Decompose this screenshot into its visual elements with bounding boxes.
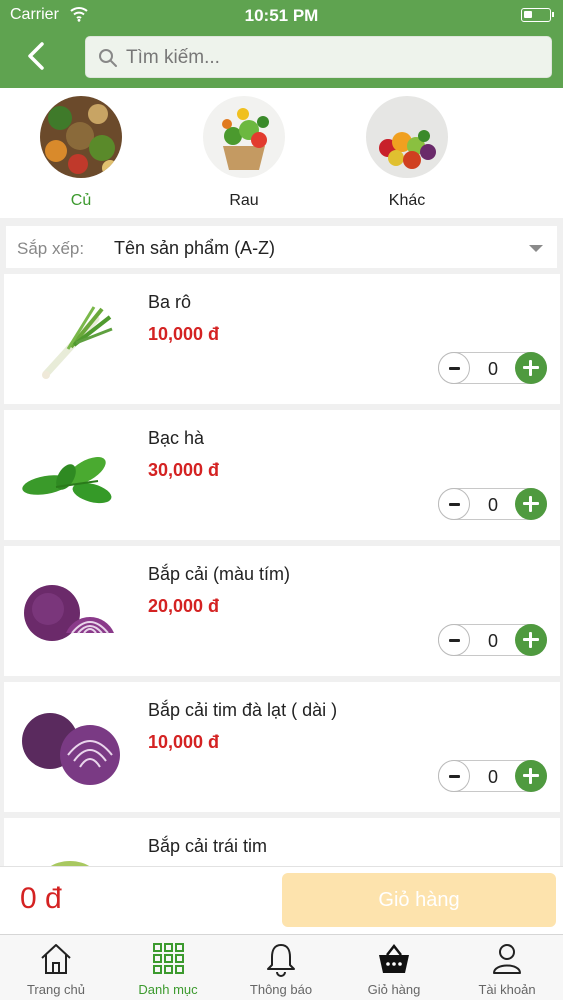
- bell-icon: [267, 944, 295, 977]
- category-image-tubers: [40, 96, 122, 178]
- cart-button[interactable]: Giỏ hàng: [282, 873, 556, 927]
- increase-button[interactable]: [515, 352, 547, 384]
- increase-button[interactable]: [515, 760, 547, 792]
- quantity-value: 0: [487, 631, 498, 651]
- decrease-button[interactable]: [438, 488, 470, 520]
- quantity-value: 0: [487, 767, 498, 787]
- product-name: Bắp cải trái tim: [148, 836, 268, 856]
- battery-icon: [521, 8, 554, 22]
- product-image-mint: [22, 457, 112, 504]
- product-image-scallion: [42, 306, 113, 379]
- cart-total: 0 đ: [20, 882, 62, 915]
- quantity-stepper[interactable]: 0: [438, 352, 547, 384]
- product-price: 20,000 đ: [148, 596, 220, 616]
- increase-button[interactable]: [515, 624, 547, 656]
- quantity-value: 0: [487, 359, 498, 379]
- decrease-button[interactable]: [438, 624, 470, 656]
- product-card[interactable]: Bạc hà 30,000 đ 0: [4, 410, 560, 540]
- product-image-purple-cabbage: [22, 713, 120, 785]
- sort-label: Sắp xếp:: [17, 239, 85, 258]
- caret-down-icon: [529, 245, 543, 252]
- product-name: Bắp cải (màu tím): [148, 564, 291, 584]
- quantity-stepper[interactable]: 0: [438, 624, 547, 656]
- increase-button[interactable]: [515, 488, 547, 520]
- search-input[interactable]: [126, 43, 536, 73]
- category-cu[interactable]: Củ: [26, 96, 136, 210]
- category-strip: Củ Rau Khác: [0, 88, 563, 218]
- category-label: Khác: [388, 192, 426, 209]
- category-image-fruits: [366, 96, 448, 178]
- tab-account[interactable]: Tài khoản: [451, 941, 563, 997]
- tab-bar: Trang chủ Danh mục Thông báo Giỏ hàng Tà…: [0, 934, 563, 1000]
- product-name: Ba rô: [148, 292, 192, 312]
- tab-categories[interactable]: Danh mục: [112, 941, 224, 997]
- quantity-stepper[interactable]: 0: [438, 760, 547, 792]
- product-card[interactable]: Bắp cải (màu tím) 20,000 đ 0: [4, 546, 560, 676]
- user-icon: [493, 944, 521, 974]
- clock: 10:51 PM: [244, 6, 319, 25]
- product-price: 30,000 đ: [148, 460, 220, 480]
- tab-label: Tài khoản: [478, 982, 536, 997]
- search-box[interactable]: [85, 36, 552, 78]
- basket-icon: [379, 943, 409, 973]
- tab-label: Trang chủ: [26, 982, 86, 997]
- status-bar: Carrier 10:51 PM: [0, 0, 563, 30]
- product-price: 10,000 đ: [148, 324, 220, 344]
- product-name: Bạc hà: [148, 428, 205, 448]
- product-price: 10,000 đ: [148, 732, 220, 752]
- decrease-button[interactable]: [438, 352, 470, 384]
- cart-summary-bar: 0 đ Giỏ hàng: [0, 866, 563, 934]
- tab-notifications[interactable]: Thông báo: [225, 941, 337, 997]
- category-image-vegetables: [203, 96, 285, 178]
- tab-label: Giỏ hàng: [367, 982, 421, 997]
- tab-cart[interactable]: Giỏ hàng: [338, 941, 450, 997]
- product-card[interactable]: Ba rô 10,000 đ 0: [4, 274, 560, 404]
- product-name: Bắp cải tim đà lạt ( dài ): [148, 700, 338, 720]
- category-rau[interactable]: Rau: [189, 96, 299, 210]
- category-label: Rau: [229, 192, 259, 209]
- home-icon: [41, 944, 71, 974]
- sort-value: Tên sản phẩm (A-Z): [114, 238, 276, 258]
- product-card[interactable]: Bắp cải tim đà lạt ( dài ) 10,000 đ 0: [4, 682, 560, 812]
- product-image-red-cabbage: [24, 585, 114, 641]
- decrease-button[interactable]: [438, 760, 470, 792]
- top-bar: Carrier 10:51 PM: [0, 0, 563, 88]
- category-label: Củ: [70, 192, 92, 209]
- tab-home[interactable]: Trang chủ: [0, 941, 112, 997]
- quantity-stepper[interactable]: 0: [438, 488, 547, 520]
- grid-icon: [153, 943, 184, 974]
- sort-dropdown[interactable]: Sắp xếp: Tên sản phẩm (A-Z): [6, 226, 557, 268]
- quantity-value: 0: [487, 495, 498, 515]
- chevron-left-icon[interactable]: [22, 40, 52, 72]
- category-khac[interactable]: Khác: [352, 96, 462, 210]
- tab-label: Thông báo: [249, 982, 313, 997]
- search-icon: [99, 49, 117, 67]
- tab-label: Danh mục: [138, 982, 198, 997]
